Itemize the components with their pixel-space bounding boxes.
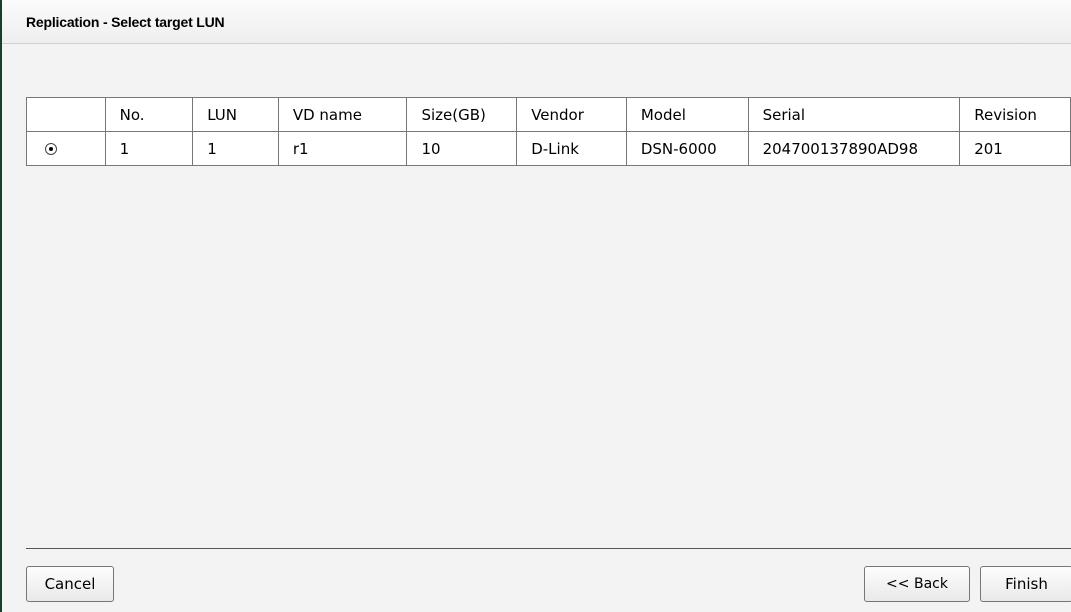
cell-no: 1 bbox=[104, 131, 194, 166]
lun-table: No. LUN VD name Size(GB) Vendor Model Se… bbox=[26, 97, 1071, 166]
cell-model: DSN-6000 bbox=[625, 131, 749, 166]
cell-size: 10 bbox=[406, 131, 518, 166]
back-button[interactable]: << Back bbox=[864, 566, 970, 602]
cell-vendor: D-Link bbox=[516, 131, 627, 166]
dialog-content: No. LUN VD name Size(GB) Vendor Model Se… bbox=[2, 44, 1071, 612]
column-header-serial: Serial bbox=[747, 97, 961, 132]
footer-divider bbox=[26, 548, 1071, 549]
column-header-lun: LUN bbox=[192, 97, 279, 132]
radio-selected-icon[interactable] bbox=[45, 143, 57, 155]
column-header-vendor: Vendor bbox=[516, 97, 627, 132]
column-header-vd-name: VD name bbox=[277, 97, 408, 132]
cell-lun: 1 bbox=[192, 131, 279, 166]
column-header-size: Size(GB) bbox=[406, 97, 518, 132]
cell-vd-name: r1 bbox=[277, 131, 408, 166]
dialog-titlebar: Replication - Select target LUN bbox=[2, 0, 1071, 44]
cell-serial: 204700137890AD98 bbox=[747, 131, 961, 166]
column-header-no: No. bbox=[104, 97, 194, 132]
column-header-revision: Revision bbox=[959, 97, 1071, 132]
column-header-select bbox=[26, 97, 106, 132]
dialog-title: Replication - Select target LUN bbox=[26, 14, 225, 30]
column-header-model: Model bbox=[625, 97, 749, 132]
finish-button[interactable]: Finish bbox=[980, 566, 1071, 602]
cell-revision: 201 bbox=[959, 131, 1071, 166]
table-header-row: No. LUN VD name Size(GB) Vendor Model Se… bbox=[26, 97, 1071, 132]
table-row[interactable]: 1 1 r1 10 D-Link DSN-6000 204700137890AD… bbox=[26, 131, 1071, 166]
cancel-button[interactable]: Cancel bbox=[26, 566, 114, 602]
row-select-cell[interactable] bbox=[26, 131, 106, 166]
